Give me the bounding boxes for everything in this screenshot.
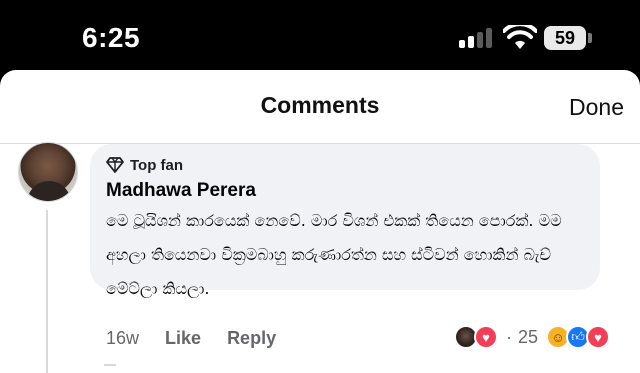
reaction-count: 25 <box>518 326 539 347</box>
reply-thread-line <box>104 364 116 366</box>
comment-text: මෙ ටූයිශන් කාරයෙක් නෙවේ. මාර විශන් එකක් … <box>106 211 562 298</box>
diamond-icon <box>106 157 124 173</box>
like-button[interactable]: Like <box>165 328 201 349</box>
signal-icon <box>459 28 493 48</box>
done-button[interactable]: Done <box>569 94 624 121</box>
comment-bubble[interactable]: Top fan Madhawa Perera මෙ ටූයිශන් කාරයෙක… <box>90 144 600 298</box>
badge-label: Top fan <box>130 156 184 174</box>
wifi-icon <box>503 25 537 49</box>
top-fan-badge: Top fan <box>106 156 183 174</box>
status-time: 6:25 <box>82 22 141 53</box>
sheet-header: Comments Done <box>0 70 640 144</box>
battery-level: 59 <box>554 28 576 48</box>
love-reaction-icon: ♥ <box>474 325 498 349</box>
sheet-title: Comments <box>260 92 380 118</box>
comment-author[interactable]: Madhawa Perera <box>106 180 256 202</box>
avatar[interactable] <box>18 142 78 202</box>
comment-timestamp[interactable]: 16w <box>106 328 139 349</box>
thread-line <box>46 210 48 373</box>
status-bar: 6:25 59 <box>0 0 640 72</box>
battery-icon: 59 <box>544 26 586 50</box>
reactions-summary[interactable]: ♥ · 25 ☺ 👍︎ ♥ <box>454 324 611 350</box>
reply-button[interactable]: Reply <box>227 328 276 349</box>
reaction-separator: · <box>506 326 512 347</box>
comment-actions: 16w Like Reply <box>106 326 302 350</box>
battery-cap <box>588 33 592 43</box>
love-reaction-icon: ♥ <box>586 325 611 349</box>
